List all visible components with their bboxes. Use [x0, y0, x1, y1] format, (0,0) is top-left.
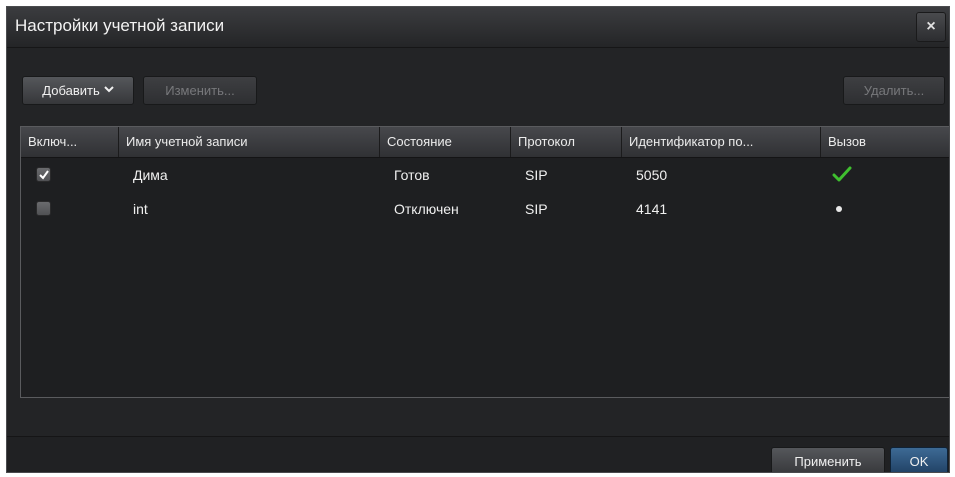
edit-button-label: Изменить...: [165, 83, 235, 98]
status-cell: Отключен: [394, 201, 459, 217]
edit-button[interactable]: Изменить...: [143, 76, 257, 105]
column-header-enabled[interactable]: Включ...: [21, 127, 119, 157]
account-settings-window: Настройки учетной записи × Добавить Изме…: [6, 6, 950, 473]
column-header-identifier[interactable]: Идентификатор по...: [622, 127, 821, 157]
column-header-status[interactable]: Состояние: [380, 127, 511, 157]
dot-icon: [836, 206, 842, 212]
enabled-checkbox[interactable]: [36, 167, 51, 182]
table-header: Включ... Имя учетной записи Состояние Пр…: [21, 127, 949, 158]
column-header-protocol[interactable]: Протокол: [511, 127, 622, 157]
protocol-cell: SIP: [525, 167, 548, 183]
delete-button[interactable]: Удалить...: [843, 76, 945, 105]
ok-button[interactable]: OK: [890, 447, 948, 472]
chevron-down-icon: [104, 85, 114, 96]
ok-button-label: OK: [909, 454, 929, 469]
window-title: Настройки учетной записи: [15, 16, 225, 35]
add-button[interactable]: Добавить: [22, 76, 134, 105]
protocol-cell: SIP: [525, 201, 548, 217]
identifier-cell: 4141: [636, 201, 668, 217]
add-button-label: Добавить: [42, 83, 100, 98]
enabled-checkbox[interactable]: [36, 201, 51, 216]
identifier-cell: 5050: [636, 167, 668, 183]
close-icon: ×: [926, 18, 936, 35]
table-row[interactable]: int Отключен SIP 4141: [21, 192, 949, 226]
column-header-call[interactable]: Вызов: [821, 127, 949, 157]
delete-button-label: Удалить...: [863, 83, 925, 98]
account-name-cell: Дима: [133, 167, 168, 183]
checkmark-icon: [39, 170, 49, 180]
column-header-account-name[interactable]: Имя учетной записи: [119, 127, 380, 157]
status-cell: Готов: [394, 167, 430, 183]
check-icon: [832, 166, 852, 188]
accounts-table: Включ... Имя учетной записи Состояние Пр…: [20, 126, 949, 398]
table-row[interactable]: Дима Готов SIP 5050: [21, 158, 949, 192]
apply-button-label: Применить: [794, 454, 862, 469]
account-name-cell: int: [133, 201, 148, 217]
apply-button[interactable]: Применить: [771, 447, 885, 472]
title-bar[interactable]: Настройки учетной записи ×: [7, 7, 949, 48]
close-button[interactable]: ×: [916, 12, 946, 42]
